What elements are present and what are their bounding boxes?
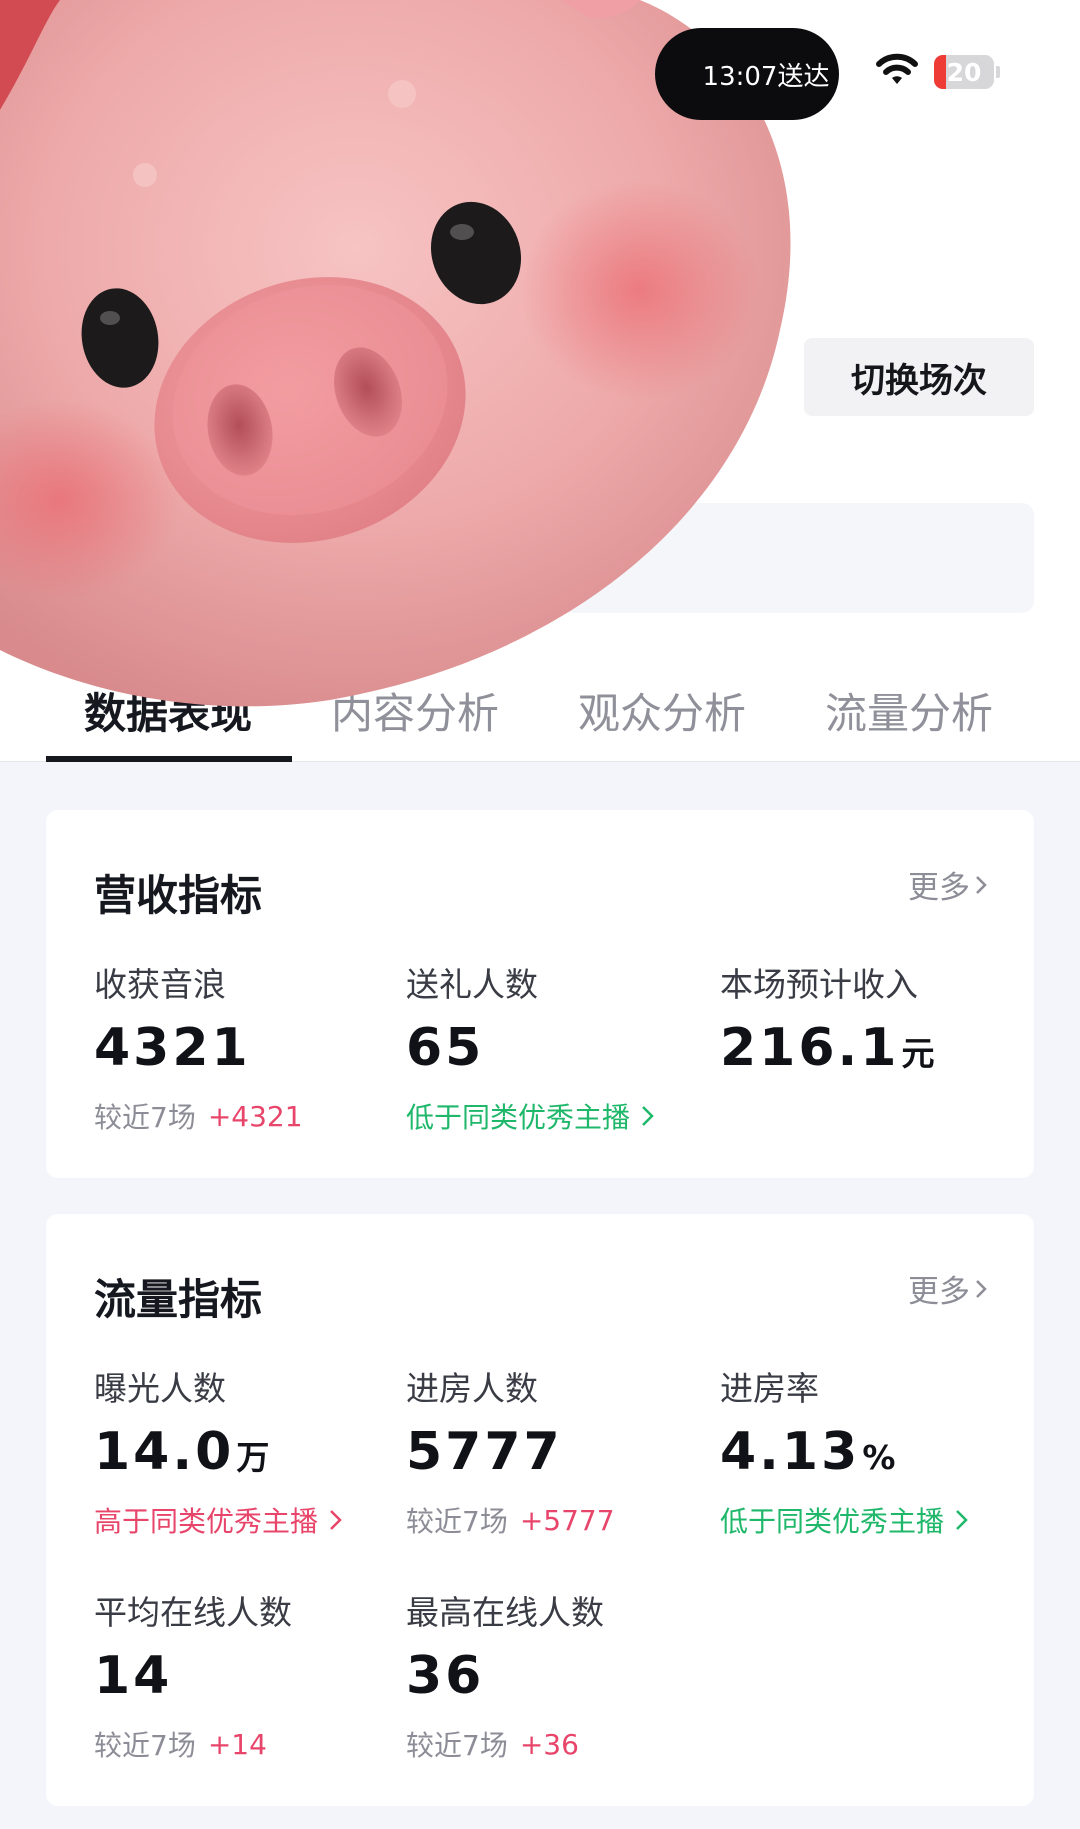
metric-sound-waves: 收获音浪 4321 较近7场 +4321 <box>94 958 303 1136</box>
metric-label: 平均在线人数 <box>94 1593 292 1632</box>
metric-avg-online: 平均在线人数 14 较近7场 +14 <box>94 1586 292 1764</box>
metric-gift-senders: 送礼人数 65 低于同类优秀主播 <box>406 958 656 1136</box>
metric-estimated-income: 本场预计收入 216.1元 <box>720 958 934 1074</box>
metric-compare: 较近7场 +5777 <box>406 1503 615 1539</box>
metric-label: 送礼人数 <box>406 965 538 1004</box>
metric-value: 4.13% <box>720 1422 896 1482</box>
battery-fill <box>934 55 946 89</box>
traffic-more-link[interactable]: 更多 <box>908 1266 988 1311</box>
chevron-right-icon <box>956 1510 968 1530</box>
wifi-icon <box>876 53 918 84</box>
metric-value: 65 <box>406 1018 485 1078</box>
metric-label: 收获音浪 <box>94 965 226 1004</box>
tab-traffic-analysis[interactable]: 流量分析 <box>825 680 993 741</box>
metric-unit: 万 <box>236 1438 270 1477</box>
metric-compare: 较近7场 +14 <box>94 1727 267 1763</box>
metric-value: 5777 <box>406 1422 563 1482</box>
more-label: 更多 <box>908 1274 970 1310</box>
chevron-right-icon <box>976 1279 987 1298</box>
metric-value: 216.1元 <box>720 1018 935 1078</box>
battery-level: 20 <box>946 57 982 87</box>
switch-session-button[interactable]: 切换场次 <box>804 338 1034 416</box>
revenue-card-title: 营收指标 <box>94 871 263 920</box>
chevron-right-icon <box>976 875 987 894</box>
metric-entry-rate: 进房率 4.13% 低于同类优秀主播 <box>720 1362 970 1540</box>
metric-label: 本场预计收入 <box>720 965 918 1004</box>
metric-delta: +14 <box>207 1727 267 1761</box>
metric-room-entries: 进房人数 5777 较近7场 +5777 <box>406 1362 615 1540</box>
metric-label: 进房率 <box>720 1369 819 1408</box>
metric-compare: 较近7场 +36 <box>406 1727 579 1763</box>
metric-delta: +4321 <box>207 1099 303 1133</box>
metric-value: 14.0万 <box>94 1422 270 1482</box>
traffic-card: 流量指标 更多 曝光人数 14.0万 高于同类优秀主播 进房人数 5777 较近… <box>46 1214 1034 1806</box>
chevron-right-icon <box>642 1106 654 1126</box>
metric-delta: +5777 <box>519 1503 615 1537</box>
metric-value: 36 <box>406 1646 485 1706</box>
benchmark-link[interactable]: 低于同类优秀主播 <box>720 1500 970 1540</box>
metric-unit: % <box>862 1438 896 1477</box>
notification-text: 13:07送达 <box>702 61 830 92</box>
metric-peak-online: 最高在线人数 36 较近7场 +36 <box>406 1586 604 1764</box>
metric-label: 曝光人数 <box>94 1369 226 1408</box>
revenue-card: 营收指标 更多 收获音浪 4321 较近7场 +4321 送礼人数 65 低于同… <box>46 810 1034 1178</box>
metric-label: 进房人数 <box>406 1369 538 1408</box>
metric-impressions: 曝光人数 14.0万 高于同类优秀主播 <box>94 1362 344 1540</box>
metric-label: 最高在线人数 <box>406 1593 604 1632</box>
metric-value: 4321 <box>94 1018 251 1078</box>
metric-delta: +36 <box>519 1727 579 1761</box>
active-tab-indicator <box>46 756 292 762</box>
metric-unit: 元 <box>901 1034 935 1073</box>
metric-compare: 较近7场 +4321 <box>94 1099 303 1135</box>
notification-pill: 13:07送达 <box>655 28 839 120</box>
benchmark-link[interactable]: 低于同类优秀主播 <box>406 1096 656 1136</box>
revenue-more-link[interactable]: 更多 <box>908 862 988 907</box>
chevron-right-icon <box>330 1510 342 1530</box>
traffic-card-title: 流量指标 <box>94 1275 263 1324</box>
battery-icon: 20 <box>934 55 1000 89</box>
more-label: 更多 <box>908 870 970 906</box>
benchmark-link[interactable]: 高于同类优秀主播 <box>94 1500 344 1540</box>
metric-value: 14 <box>94 1646 173 1706</box>
